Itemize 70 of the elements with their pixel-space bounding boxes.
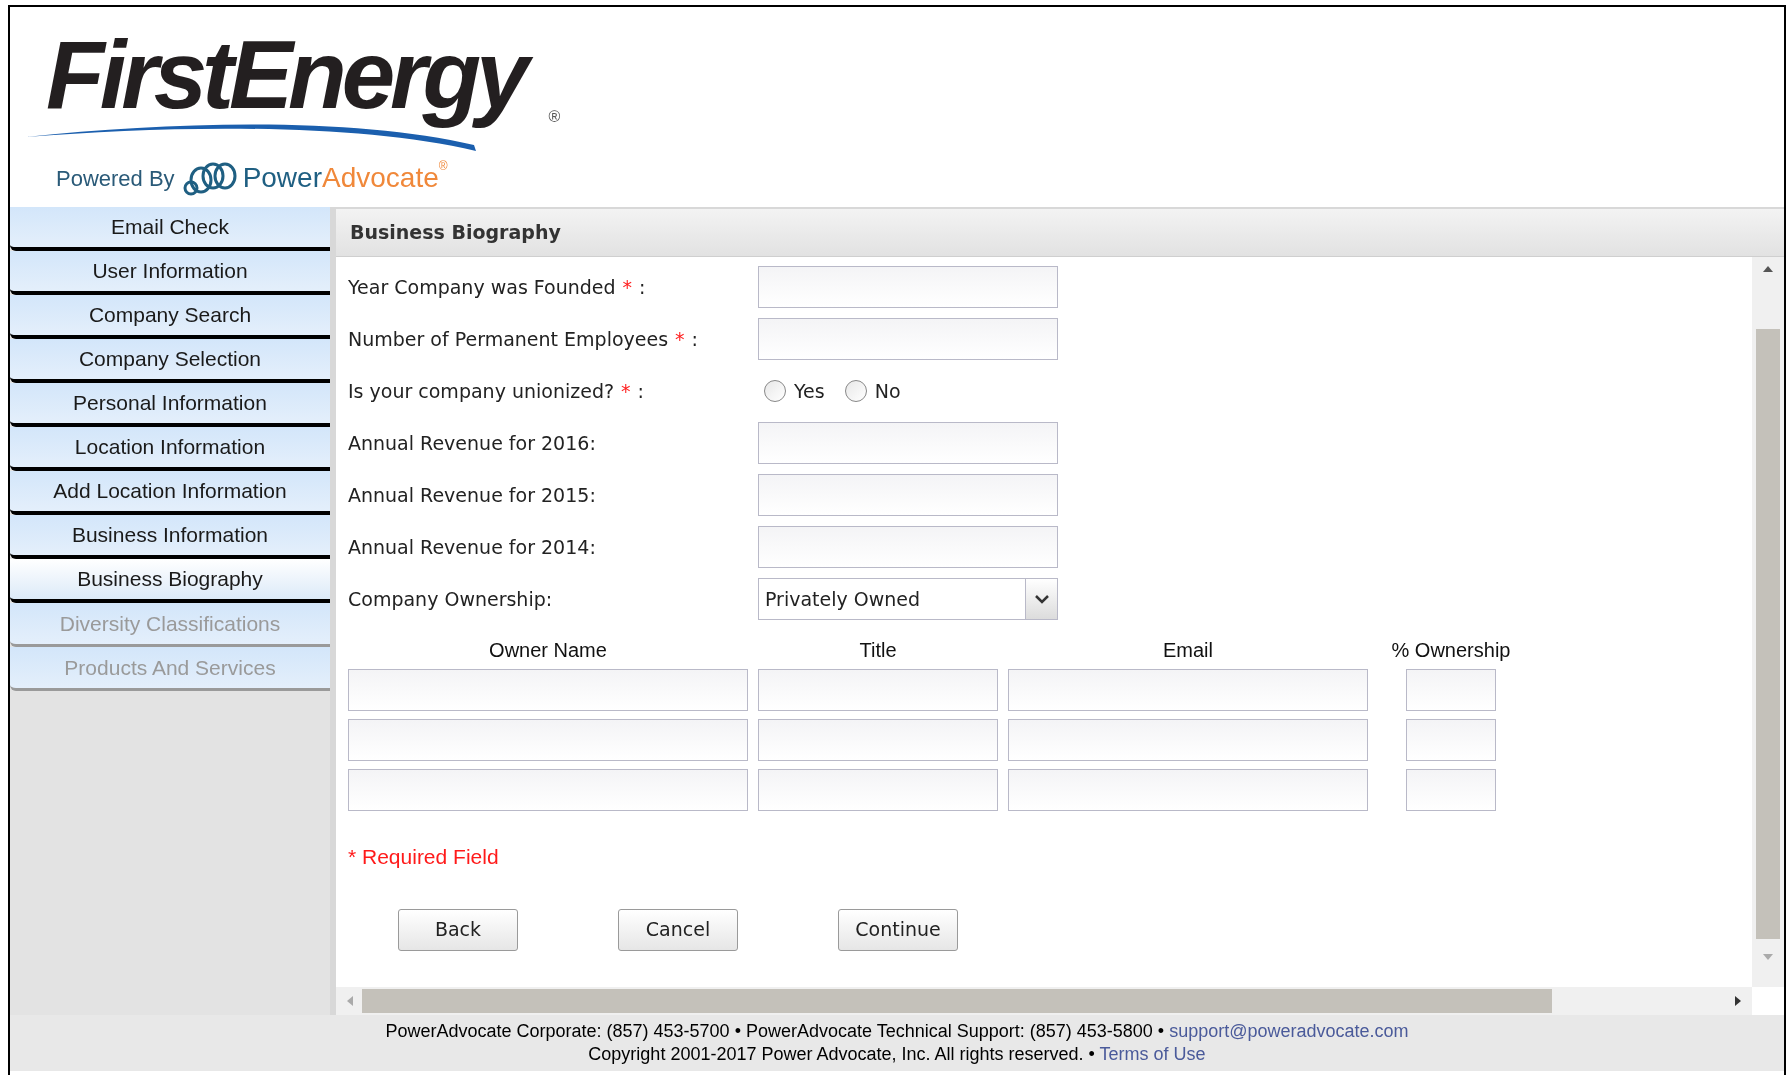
- sidebar-item[interactable]: Company Search: [10, 295, 330, 339]
- email-link[interactable]: support@poweradvocate.com: [1169, 1021, 1409, 1041]
- form-button[interactable]: Continue: [838, 908, 958, 951]
- scroll-left-icon[interactable]: [346, 995, 354, 1007]
- field-label: Year Company was Founded: [348, 274, 616, 300]
- sidebar-item[interactable]: Location Information: [10, 427, 330, 471]
- owner-field[interactable]: [348, 669, 748, 711]
- required-mark: *: [621, 378, 631, 404]
- scrollbar-thumb[interactable]: [362, 989, 1552, 1013]
- owner-field[interactable]: [1008, 669, 1368, 711]
- owner-field[interactable]: [348, 719, 748, 761]
- owner-field[interactable]: [758, 669, 998, 711]
- field-label: Annual Revenue for 2014:: [348, 534, 596, 560]
- radio-label: No: [874, 378, 901, 404]
- sidebar-item[interactable]: User Information: [10, 251, 330, 295]
- field-label: Annual Revenue for 2015:: [348, 482, 596, 508]
- radio-label: Yes: [794, 378, 825, 404]
- column-header: % Ownership: [1391, 638, 1511, 663]
- text-field[interactable]: [758, 474, 1058, 516]
- owner-field[interactable]: [1406, 669, 1496, 711]
- ownership-dropdown[interactable]: Privately Owned: [758, 578, 1058, 620]
- registered-mark: ®: [548, 107, 561, 127]
- text-field[interactable]: [758, 318, 1058, 360]
- required-field-note: * Required Field: [348, 844, 500, 870]
- text-field[interactable]: [758, 266, 1058, 308]
- form-button[interactable]: Cancel: [618, 908, 738, 951]
- field-label: Is your company unionized?: [348, 378, 615, 404]
- terms-link[interactable]: Terms of Use: [1099, 1044, 1206, 1064]
- column-header: Email: [1163, 638, 1213, 663]
- scrollbar-thumb[interactable]: [1756, 329, 1780, 939]
- field-label: Annual Revenue for 2016:: [348, 430, 596, 456]
- form-button[interactable]: Back: [398, 908, 518, 951]
- sidebar-item[interactable]: Business Information: [10, 515, 330, 559]
- owner-field[interactable]: [1406, 719, 1496, 761]
- scroll-down-icon[interactable]: [1762, 953, 1774, 961]
- scroll-right-icon[interactable]: [1734, 995, 1742, 1007]
- horizontal-scrollbar[interactable]: [336, 987, 1752, 1015]
- powered-by-text: Powered By: [56, 164, 175, 193]
- owner-field[interactable]: [758, 769, 998, 811]
- vertical-scrollbar[interactable]: [1752, 257, 1784, 987]
- sidebar-item[interactable]: Add Location Information: [10, 471, 330, 515]
- text-field[interactable]: [758, 526, 1058, 568]
- required-mark: *: [675, 326, 685, 352]
- field-label: Number of Permanent Employees: [348, 326, 669, 352]
- column-header: Title: [859, 638, 897, 663]
- field-label: Company Ownership:: [348, 586, 553, 612]
- owner-field[interactable]: [1406, 769, 1496, 811]
- radio-button[interactable]: [764, 380, 786, 402]
- sidebar-item[interactable]: Email Check: [10, 207, 330, 251]
- panel-title: Business Biography: [350, 220, 561, 246]
- sidebar-item[interactable]: Company Selection: [10, 339, 330, 383]
- label-colon: :: [639, 274, 646, 300]
- label-colon: :: [637, 378, 644, 404]
- poweradvocate-logo: PowerAdvocate®: [242, 158, 448, 195]
- owner-field[interactable]: [758, 719, 998, 761]
- owner-field[interactable]: [1008, 769, 1368, 811]
- owner-field[interactable]: [1008, 719, 1368, 761]
- owner-field[interactable]: [348, 769, 748, 811]
- radio-button[interactable]: [844, 380, 867, 402]
- caret-icon: [1034, 594, 1049, 604]
- label-colon: :: [691, 326, 698, 352]
- sidebar-item[interactable]: Personal Information: [10, 383, 330, 427]
- column-header: Owner Name: [489, 638, 607, 663]
- sidebar-item[interactable]: Business Biography: [10, 559, 330, 603]
- firstenergy-logo: FirstEnergy: [26, 29, 547, 153]
- copyright-text: Copyright 2001-2017 Power Advocate, Inc. All rights reserved. • Terms of Use: [588, 1043, 1206, 1066]
- scroll-up-icon[interactable]: [1762, 265, 1774, 273]
- text-field[interactable]: [758, 422, 1058, 464]
- required-mark: *: [622, 274, 633, 300]
- contact-text: PowerAdvocate Corporate: (857) 453-5700 • PowerAdvocate Technical Support: (857) 453-5800 • support@poweradvocate.com: [385, 1020, 1409, 1043]
